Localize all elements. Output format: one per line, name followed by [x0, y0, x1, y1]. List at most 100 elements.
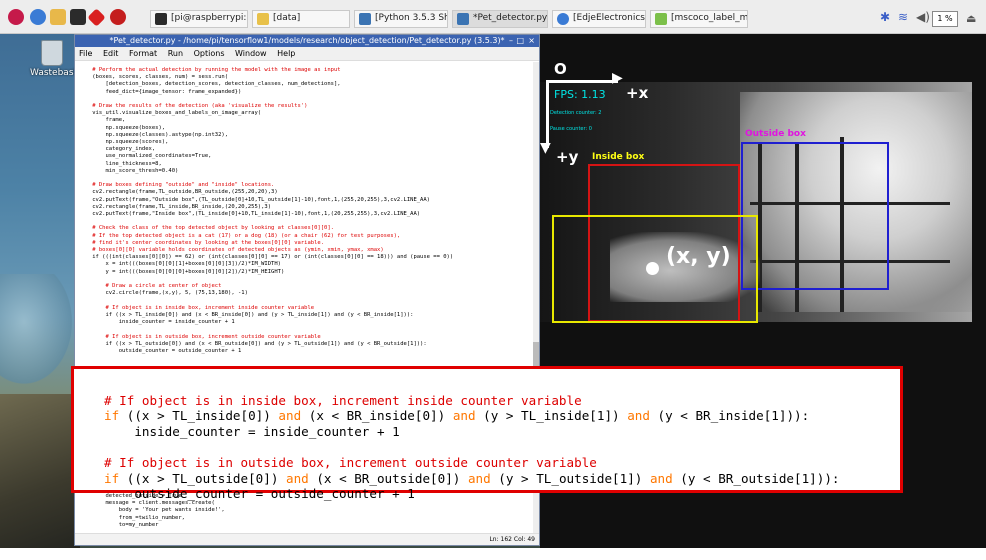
- code-line: outside_counter = outside_counter + 1: [79, 347, 242, 354]
- inside-box-label: Inside box: [592, 152, 645, 162]
- code-line: feed_dict={image_tensor: frame_expanded}…: [79, 88, 242, 95]
- code-line: from_=twilio_number,: [79, 514, 185, 521]
- zoom-cond: (y < BR_inside[1])):: [649, 408, 810, 424]
- raspberry-menu-icon[interactable]: [8, 9, 24, 25]
- editor-title: *Pet_detector.py - /home/pi/tensorflow1/…: [109, 36, 505, 45]
- task-label: [pi@raspberrypi: ~/te...: [171, 13, 247, 23]
- code-line: body = 'Your pet wants inside!',: [79, 507, 225, 514]
- task-pet-detector[interactable]: *Pet_detector.py - /ho...: [452, 10, 548, 28]
- zoom-comment-outside: # If object is in outside box, increment…: [104, 454, 597, 470]
- zoom-and-keyword: and: [649, 470, 673, 486]
- outside-box-label: Outside box: [745, 129, 806, 139]
- close-icon[interactable]: ×: [528, 35, 535, 47]
- terminal-icon[interactable]: [70, 9, 86, 25]
- code-zoom-callout: # If object is in inside box, increment …: [71, 366, 903, 501]
- code-line: min_score_thresh=0.40): [79, 167, 179, 174]
- code-line: cv2.circle(frame,(x,y), 5, (75,13,180), …: [79, 290, 248, 297]
- folder-icon: [257, 13, 269, 25]
- menu-edit[interactable]: Edit: [103, 49, 119, 58]
- wastebasket-desktop-icon[interactable]: Wastebasket: [30, 40, 88, 78]
- code-line: if (((int(classes[0][0]) == 62) or (int(…: [79, 254, 454, 261]
- code-line: vis_util.visualize_boxes_and_labels_on_i…: [79, 110, 262, 117]
- outside-box: [741, 142, 889, 290]
- cursor-position: Ln: 162 Col: 49: [489, 536, 535, 543]
- code-line: category_index,: [79, 146, 156, 153]
- terminal-icon: [155, 13, 167, 25]
- background-water: [0, 274, 80, 394]
- code-line: (boxes, scores, classes, num) = sess.run…: [79, 74, 229, 81]
- code-line: # If the top detected object is a cat (1…: [79, 232, 401, 239]
- origin-label: O: [554, 60, 567, 78]
- text-editor-icon: [655, 13, 667, 25]
- editor-titlebar[interactable]: *Pet_detector.py - /home/pi/tensorflow1/…: [75, 35, 539, 47]
- python-icon: [457, 13, 469, 25]
- zoom-and-keyword: and: [285, 470, 309, 486]
- code-line: cv2.rectangle(frame,TL_inside,BR_inside,…: [79, 203, 272, 210]
- code-line: # If object is in outside box, increment…: [79, 333, 321, 340]
- menu-format[interactable]: Format: [129, 49, 157, 58]
- code-line: cv2.putText(frame,"Outside box",(TL_outs…: [79, 196, 430, 203]
- cpu-indicator: 1 %: [932, 11, 958, 27]
- code-line: x = int(((boxes[0][0][1]+boxes[0][0][3])…: [79, 261, 281, 268]
- task-label: [Python 3.5.3 Shell]: [375, 13, 447, 23]
- code-line: # find it's center coordinates by lookin…: [79, 239, 325, 246]
- zoom-cond: ((x > TL_outside[0]): [119, 470, 286, 486]
- taskbar: [pi@raspberrypi: ~/te... [data] [Python …: [0, 0, 986, 34]
- minimize-icon[interactable]: –: [509, 35, 513, 47]
- maximize-icon[interactable]: □: [516, 35, 524, 47]
- code-line: np.squeeze(scores),: [79, 139, 169, 146]
- code-line: np.squeeze(classes).astype(np.int32),: [79, 131, 229, 138]
- menu-options[interactable]: Options: [194, 49, 225, 58]
- menu-window[interactable]: Window: [235, 49, 267, 58]
- task-browser[interactable]: [EdjeElectronics/Tens...: [552, 10, 646, 28]
- code-line: cv2.rectangle(frame,TL_outside,BR_outsid…: [79, 189, 278, 196]
- zoom-cond: (x < BR_outside[0]): [308, 470, 468, 486]
- task-terminal[interactable]: [pi@raspberrypi: ~/te...: [150, 10, 248, 28]
- zoom-if-keyword: if: [104, 470, 120, 486]
- eject-icon[interactable]: ⏏: [966, 12, 976, 25]
- task-label-map[interactable]: [mscoco_label_map.p...: [650, 10, 748, 28]
- zoom-and-keyword: and: [467, 470, 491, 486]
- x-axis-arrow: [546, 80, 618, 83]
- zoom-cond: (y < BR_outside[1])):: [672, 470, 840, 486]
- task-python-shell[interactable]: [Python 3.5.3 Shell]: [354, 10, 448, 28]
- x-axis-label: +x: [626, 84, 649, 102]
- task-data-folder[interactable]: [data]: [252, 10, 350, 28]
- code-line: # If object is in inside box, increment …: [79, 304, 315, 311]
- code-line: y = int(((boxes[0][0][0]+boxes[0][0][2])…: [79, 268, 285, 275]
- zoom-comment-inside: # If object is in inside box, increment …: [104, 392, 582, 408]
- wastebasket-label: Wastebasket: [30, 68, 88, 78]
- zoom-inside-increment: inside_counter = inside_counter + 1: [104, 423, 400, 439]
- browser-icon[interactable]: [30, 9, 46, 25]
- zoom-outside-increment: outside_counter = outside_counter + 1: [104, 486, 415, 502]
- center-point-icon: [646, 262, 659, 275]
- menu-run[interactable]: Run: [168, 49, 183, 58]
- zoom-and-keyword: and: [627, 408, 650, 424]
- volume-icon[interactable]: ◀): [916, 10, 930, 24]
- pause-counter-text: Pause counter: 0: [550, 126, 592, 132]
- y-axis-label: +y: [556, 148, 579, 166]
- menu-help[interactable]: Help: [277, 49, 295, 58]
- menu-file[interactable]: File: [79, 49, 92, 58]
- wifi-icon[interactable]: ≋: [898, 10, 908, 24]
- code-line: # Check the class of the top detected ob…: [79, 225, 334, 232]
- bluetooth-icon[interactable]: ✱: [880, 10, 890, 24]
- code-line: cv2.putText(frame,"Inside box",(TL_insid…: [79, 211, 421, 218]
- mathematica-icon[interactable]: [87, 8, 106, 27]
- code-line: to=my_number: [79, 521, 159, 528]
- file-manager-icon[interactable]: [50, 9, 66, 25]
- code-line: if ((x > TL_outside[0]) and (x < BR_outs…: [79, 340, 427, 347]
- code-line: # Perform the actual detection by runnin…: [79, 67, 341, 73]
- detection-counter-text: Detection counter: 2: [550, 110, 602, 116]
- wolfram-icon[interactable]: [110, 9, 126, 25]
- background-rock: [0, 394, 80, 548]
- x-arrowhead-icon: ▶: [612, 70, 623, 86]
- python-icon: [359, 13, 371, 25]
- task-label: *Pet_detector.py - /ho...: [473, 13, 548, 23]
- code-line: # boxes[0][0] variable holds coordinates…: [79, 247, 384, 254]
